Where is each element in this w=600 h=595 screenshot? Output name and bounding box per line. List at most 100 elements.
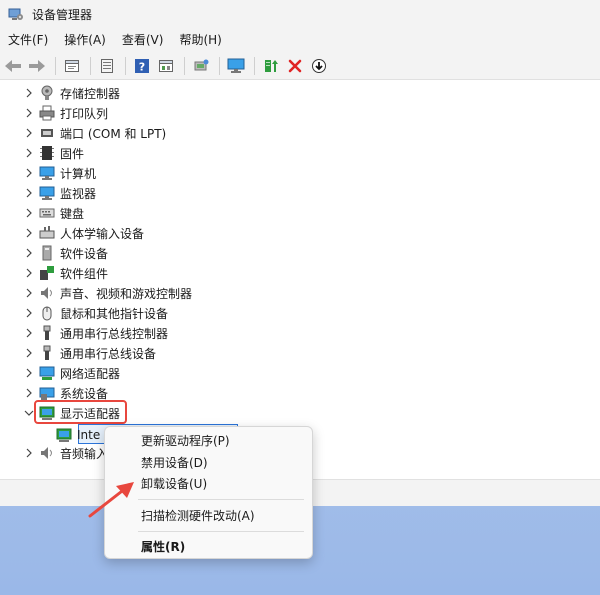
chevron-right-icon[interactable]	[22, 283, 36, 303]
ctx-properties[interactable]: 属性(R)	[141, 537, 185, 557]
tree-item-print-queue[interactable]: 打印队列	[0, 103, 108, 123]
tree-item-label: 人体学输入设备	[60, 226, 145, 241]
title-bar: 设备管理器	[0, 0, 600, 28]
chevron-right-icon[interactable]	[22, 443, 36, 463]
tree-item-keyboard[interactable]: 键盘	[0, 203, 84, 223]
console-icon[interactable]	[155, 55, 177, 77]
tree-item-label: 端口 (COM 和 LPT)	[60, 126, 167, 141]
ctx-disable-device[interactable]: 禁用设备(D)	[141, 453, 208, 473]
tree-item-label: 网络适配器	[60, 366, 121, 381]
chevron-right-icon[interactable]	[22, 303, 36, 323]
tree-item-label: 鼠标和其他指针设备	[60, 306, 169, 321]
keyboard-icon	[39, 205, 55, 221]
tree-item-firmware[interactable]: 固件	[0, 143, 84, 163]
menu-action[interactable]: 操作(A)	[58, 28, 112, 52]
toolbar: ?	[0, 52, 600, 80]
tree-item-label: 系统设备	[60, 386, 109, 401]
ctx-separator	[138, 499, 304, 500]
tree-item-computer[interactable]: 计算机	[0, 163, 96, 183]
svg-text:?: ?	[139, 60, 145, 73]
uninstall-x-icon[interactable]	[284, 55, 306, 77]
ctx-separator	[138, 531, 304, 532]
toolbar-separator	[55, 56, 56, 75]
speaker-icon	[39, 445, 55, 461]
chevron-right-icon[interactable]	[22, 383, 36, 403]
download-icon[interactable]	[308, 55, 330, 77]
chevron-right-icon[interactable]	[22, 323, 36, 343]
software-device-icon	[39, 245, 55, 261]
tree-item-label: 音频输入	[60, 446, 109, 461]
storage-controller-icon	[39, 85, 55, 101]
tree-item-usb-controller[interactable]: 通用串行总线控制器	[0, 323, 168, 343]
ctx-uninstall-device[interactable]: 卸载设备(U)	[141, 474, 207, 494]
toolbar-separator	[254, 56, 255, 75]
tree-item-sound[interactable]: 声音、视频和游戏控制器	[0, 283, 192, 303]
ctx-update-driver[interactable]: 更新驱动程序(P)	[141, 431, 230, 451]
chevron-right-icon[interactable]	[22, 83, 36, 103]
tree-item-label: 监视器	[60, 186, 97, 201]
back-arrow-icon[interactable]	[2, 55, 24, 77]
speaker-icon	[39, 285, 55, 301]
device-manager-icon	[8, 6, 24, 22]
chevron-right-icon[interactable]	[22, 363, 36, 383]
network-adapter-icon	[39, 365, 55, 381]
tree-item-mouse[interactable]: 鼠标和其他指针设备	[0, 303, 168, 323]
chevron-right-icon[interactable]	[22, 243, 36, 263]
tree-item-label: 存储控制器	[60, 86, 121, 101]
tree-item-label: Inte	[77, 427, 101, 442]
view-icon[interactable]	[96, 55, 118, 77]
usb-icon	[39, 345, 55, 361]
tree-item-label: 通用串行总线设备	[60, 346, 157, 361]
mouse-icon	[39, 305, 55, 321]
tree-item-label: 声音、视频和游戏控制器	[60, 286, 193, 301]
chevron-right-icon[interactable]	[22, 143, 36, 163]
chevron-right-icon[interactable]	[22, 343, 36, 363]
tree-item-software-component[interactable]: 软件组件	[0, 263, 108, 283]
chevron-right-icon[interactable]	[22, 123, 36, 143]
software-component-icon	[39, 265, 55, 281]
tree-item-usb-device[interactable]: 通用串行总线设备	[0, 343, 156, 363]
usb-icon	[39, 325, 55, 341]
tree-item-label: 通用串行总线控制器	[60, 326, 169, 341]
menu-help[interactable]: 帮助(H)	[173, 28, 227, 52]
chevron-right-icon[interactable]	[22, 203, 36, 223]
tree-item-ports[interactable]: 端口 (COM 和 LPT)	[0, 123, 166, 143]
scan-icon[interactable]	[190, 55, 212, 77]
forward-arrow-icon[interactable]	[26, 55, 48, 77]
tree-item-monitor[interactable]: 监视器	[0, 183, 96, 203]
toolbar-separator	[219, 56, 220, 75]
menu-bar: 文件(F) 操作(A) 查看(V) 帮助(H)	[0, 28, 600, 52]
tree-item-software-device[interactable]: 软件设备	[0, 243, 108, 263]
chevron-right-icon[interactable]	[22, 163, 36, 183]
tree-item-audio-input[interactable]: 音频输入	[0, 443, 108, 463]
annotation-arrow-icon	[86, 476, 138, 523]
properties-icon[interactable]	[61, 55, 83, 77]
tree-item-label: 计算机	[60, 166, 97, 181]
tree-item-label: 打印队列	[60, 106, 109, 121]
update-driver-icon[interactable]	[260, 55, 282, 77]
tree-item-network-adapter[interactable]: 网络适配器	[0, 363, 120, 383]
chevron-right-icon[interactable]	[22, 263, 36, 283]
tree-item-storage[interactable]: 存储控制器	[0, 83, 120, 103]
chevron-right-icon[interactable]	[22, 103, 36, 123]
display-adapter-icon	[56, 427, 72, 443]
tree-item-label: 键盘	[60, 206, 85, 221]
tree-item-intel-graphics[interactable]: Inte	[56, 425, 100, 444]
help-icon[interactable]: ?	[131, 55, 153, 77]
monitor-icon[interactable]	[225, 55, 247, 77]
firmware-icon	[39, 145, 55, 161]
tree-item-hid[interactable]: 人体学输入设备	[0, 223, 144, 243]
hid-icon	[39, 225, 55, 241]
printer-icon	[39, 105, 55, 121]
menu-file[interactable]: 文件(F)	[2, 28, 54, 52]
toolbar-separator	[90, 56, 91, 75]
tree-item-label: 软件组件	[60, 266, 109, 281]
chevron-right-icon[interactable]	[22, 223, 36, 243]
annotation-highlight-box	[34, 400, 127, 424]
menu-view[interactable]: 查看(V)	[116, 28, 170, 52]
system-device-icon	[39, 385, 55, 401]
window-title: 设备管理器	[32, 7, 93, 22]
ctx-scan-hardware[interactable]: 扫描检测硬件改动(A)	[141, 506, 255, 526]
monitor-icon	[39, 185, 55, 201]
chevron-right-icon[interactable]	[22, 183, 36, 203]
